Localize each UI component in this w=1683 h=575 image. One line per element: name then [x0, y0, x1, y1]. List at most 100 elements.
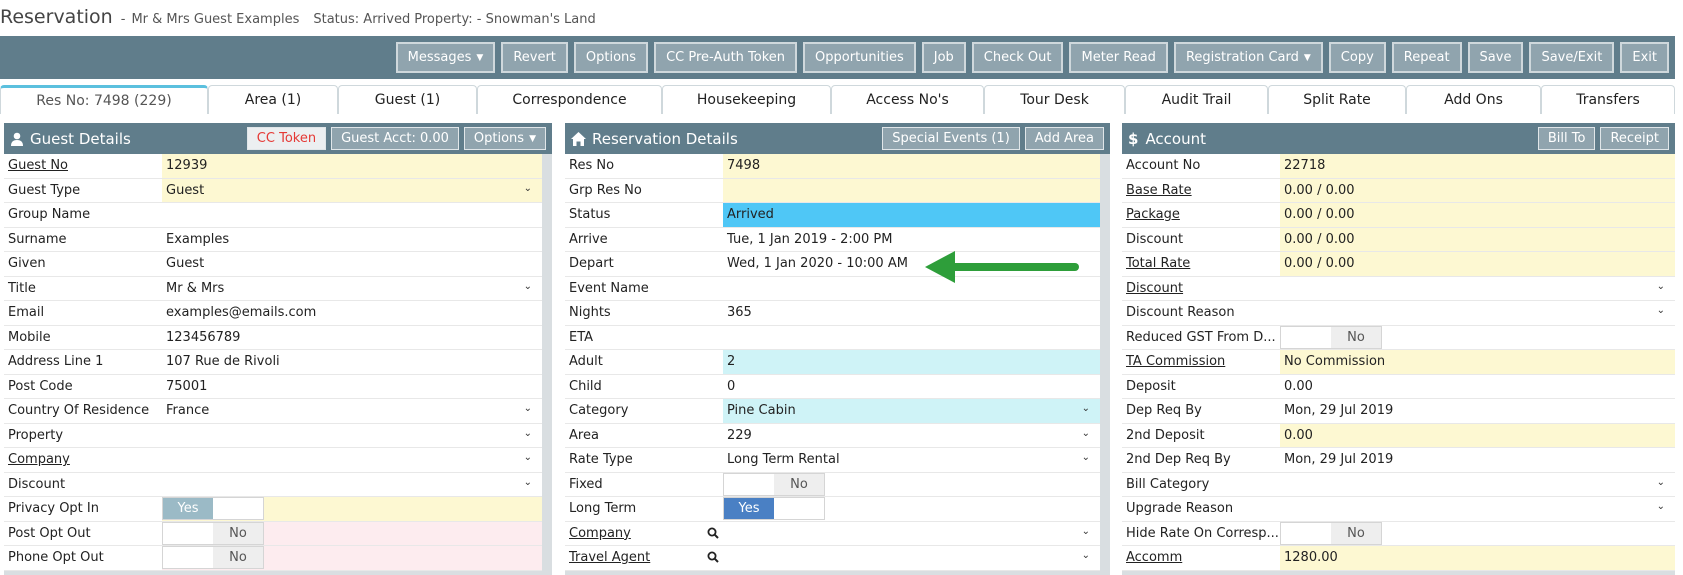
hide-rate-cell: No [1280, 521, 1675, 546]
tab-tour-desk[interactable]: Tour Desk [984, 85, 1125, 114]
discount-reason-select[interactable]: ⌄ [1280, 301, 1675, 325]
save-button[interactable]: Save [1467, 42, 1524, 73]
res-company-link[interactable]: Company [565, 522, 723, 546]
ta-commission-link[interactable]: TA Commission [1122, 350, 1280, 374]
package-value: 0.00 / 0.00 [1280, 203, 1675, 227]
tab-audit-trail[interactable]: Audit Trail [1125, 85, 1268, 114]
tab-housekeeping[interactable]: Housekeeping [662, 85, 831, 114]
guest-type-row: Guest Type Guest ⌄ [4, 178, 542, 203]
special-events-button[interactable]: Special Events (1) [882, 127, 1020, 150]
bill-category-select[interactable]: ⌄ [1280, 473, 1675, 497]
guest-details-label: Guest Details [30, 129, 131, 148]
tab-access-nos[interactable]: Access No's [831, 85, 984, 114]
second-dep-req-by-input[interactable]: Mon, 29 Jul 2019 [1280, 448, 1675, 472]
job-button[interactable]: Job [921, 42, 966, 73]
travel-agent-select[interactable]: ⌄ [707, 546, 1100, 570]
messages-label: Messages [407, 50, 472, 65]
chevron-down-icon: ⌄ [1081, 403, 1090, 414]
tab-split-rate[interactable]: Split Rate [1268, 85, 1406, 114]
group-name-input[interactable] [162, 203, 542, 227]
adult-input[interactable]: 2 [723, 350, 1100, 374]
guest-options-button[interactable]: Options ▼ [463, 127, 546, 150]
accomm-link[interactable]: Accomm [1122, 546, 1280, 570]
guest-no-link[interactable]: Guest No [4, 154, 162, 178]
property-select[interactable]: ⌄ [162, 424, 542, 448]
phone-opt-out-toggle[interactable]: No [162, 546, 264, 570]
upgrade-reason-select[interactable]: ⌄ [1280, 497, 1675, 521]
package-link[interactable]: Package [1122, 203, 1280, 227]
revert-button[interactable]: Revert [501, 42, 568, 73]
tab-correspondence[interactable]: Correspondence [477, 85, 662, 114]
acc-discount-select[interactable]: ⌄ [1280, 277, 1675, 301]
tab-add-ons[interactable]: Add Ons [1406, 85, 1541, 114]
add-area-button[interactable]: Add Area [1024, 127, 1104, 150]
post-code-input[interactable]: 75001 [162, 375, 542, 399]
tab-guest[interactable]: Guest (1) [338, 85, 477, 114]
address-label: Address Line 1 [8, 354, 104, 370]
bill-to-button[interactable]: Bill To [1537, 127, 1596, 150]
toolbar: Messages ▼ Revert Options CC Pre-Auth Tok… [0, 36, 1675, 79]
base-rate-row: Base Rate 0.00 / 0.00 [1122, 178, 1675, 203]
country-value: France [166, 403, 210, 419]
save-exit-button[interactable]: Save/Exit [1529, 42, 1615, 73]
cc-token-button[interactable]: CC Token [246, 127, 327, 150]
long-term-toggle[interactable]: Yes [723, 497, 825, 521]
guest-acct-button[interactable]: Guest Acct: 0.00 [331, 127, 459, 150]
arrive-input[interactable]: Tue, 1 Jan 2019 - 2:00 PM [723, 228, 1100, 252]
surname-input[interactable]: Examples [162, 228, 542, 252]
tab-area[interactable]: Area (1) [208, 85, 338, 114]
receipt-button[interactable]: Receipt [1600, 127, 1669, 150]
child-input[interactable]: 0 [723, 375, 1100, 399]
title-select[interactable]: Mr & Mrs ⌄ [162, 277, 542, 301]
acc-discount-link[interactable]: Discount [1122, 277, 1280, 301]
mobile-input[interactable]: 123456789 [162, 326, 542, 350]
total-rate-link[interactable]: Total Rate [1122, 252, 1280, 276]
post-opt-out-row: Post Opt Out No [4, 521, 542, 546]
email-input[interactable]: examples@emails.com [162, 301, 542, 325]
repeat-button[interactable]: Repeat [1391, 42, 1462, 73]
post-code-row: Post Code 75001 [4, 375, 542, 399]
toggle-off [163, 522, 213, 544]
registration-card-button[interactable]: Registration Card ▼ [1173, 42, 1323, 73]
privacy-opt-in-toggle[interactable]: Yes [162, 497, 264, 521]
category-select[interactable]: Pine Cabin ⌄ [723, 399, 1100, 423]
messages-button[interactable]: Messages ▼ [395, 42, 496, 73]
email-label: Email [8, 305, 45, 321]
copy-button[interactable]: Copy [1328, 42, 1386, 73]
hide-rate-toggle[interactable]: No [1280, 521, 1382, 545]
dep-req-by-input[interactable]: Mon, 29 Jul 2019 [1280, 399, 1675, 423]
given-input[interactable]: Guest [162, 252, 542, 276]
company-link[interactable]: Company [4, 448, 162, 472]
base-rate-link[interactable]: Base Rate [1122, 179, 1280, 203]
country-select[interactable]: France ⌄ [162, 399, 542, 423]
fixed-toggle[interactable]: No [723, 472, 825, 496]
bill-category-row: Bill Category ⌄ [1122, 473, 1675, 497]
reduced-gst-toggle[interactable]: No [1280, 325, 1382, 349]
check-out-button[interactable]: Check Out [971, 42, 1064, 73]
search-icon[interactable] [707, 527, 719, 539]
post-opt-out-toggle[interactable]: No [162, 521, 264, 545]
opportunities-button[interactable]: Opportunities [803, 42, 916, 73]
second-dep-req-by-row: 2nd Dep Req By Mon, 29 Jul 2019 [1122, 448, 1675, 473]
rate-type-select[interactable]: Long Term Rental ⌄ [723, 448, 1100, 472]
deposit-input[interactable]: 0.00 [1280, 375, 1675, 399]
nights-input[interactable]: 365 [723, 301, 1100, 325]
category-value: Pine Cabin [727, 403, 796, 419]
eta-input[interactable] [723, 326, 1100, 350]
discount-select[interactable]: ⌄ [162, 473, 542, 497]
address-row: Address Line 1 107 Rue de Rivoli [4, 350, 542, 375]
address-input[interactable]: 107 Rue de Rivoli [162, 350, 542, 374]
guest-type-select[interactable]: Guest ⌄ [162, 178, 542, 202]
company-select[interactable]: ⌄ [162, 448, 542, 472]
tab-transfers[interactable]: Transfers [1541, 85, 1675, 114]
cc-pre-auth-token-button[interactable]: CC Pre-Auth Token [654, 42, 798, 73]
tab-res-no[interactable]: Res No: 7498 (229) [0, 85, 208, 114]
area-select[interactable]: 229 ⌄ [723, 424, 1100, 448]
exit-button[interactable]: Exit [1620, 42, 1669, 73]
res-company-select[interactable]: ⌄ [707, 522, 1100, 546]
search-icon[interactable] [707, 551, 719, 563]
travel-agent-link[interactable]: Travel Agent [565, 546, 723, 570]
options-button[interactable]: Options [573, 42, 649, 73]
adult-row: Adult 2 [565, 350, 1100, 375]
meter-read-button[interactable]: Meter Read [1069, 42, 1168, 73]
